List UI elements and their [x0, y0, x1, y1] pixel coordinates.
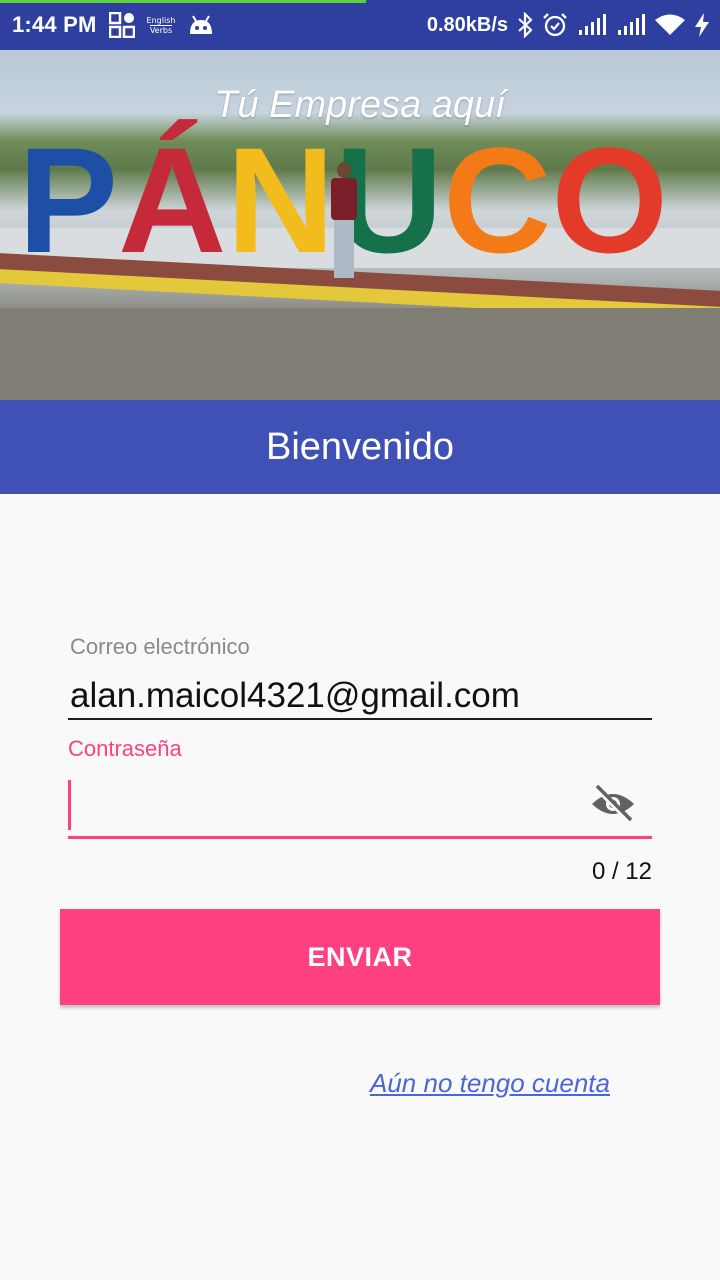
english-verbs-badge-icon: English Verbs — [147, 16, 176, 35]
status-time: 1:44 PM — [12, 12, 97, 37]
hero-person — [328, 162, 360, 280]
bluetooth-icon — [517, 12, 533, 38]
badge-line-1: English — [146, 15, 176, 25]
qr-grid-icon — [108, 12, 135, 38]
no-account-link[interactable]: Aún no tengo cuenta — [370, 1068, 610, 1099]
hero-banner-image: P Á N U C O Tú Empresa aquí — [0, 50, 720, 400]
hero-letter: N — [226, 116, 334, 284]
send-button[interactable]: ENVIAR — [60, 909, 660, 1005]
network-speed: 0.80kB/s — [426, 13, 508, 36]
hero-letter: C — [443, 116, 551, 284]
password-char-counter: 0 / 12 — [591, 858, 652, 885]
hero-ground — [0, 308, 720, 400]
email-value: alan.maicol4321@gmail.com — [70, 676, 520, 715]
signal-icon — [577, 14, 607, 36]
password-label: Contraseña — [68, 736, 182, 761]
badge-line-2: Verbs — [149, 24, 173, 35]
android-robot-icon — [187, 14, 215, 36]
charging-icon — [694, 13, 710, 37]
welcome-header: Bienvenido — [0, 400, 720, 494]
email-label: Correo electrónico — [70, 634, 250, 659]
page-title: Bienvenido — [265, 425, 455, 468]
password-field[interactable] — [68, 776, 652, 839]
status-bar: 1:44 PM English Verbs 0.80kB/s — [0, 0, 720, 50]
hero-letter: P — [18, 116, 118, 284]
wifi-icon — [655, 14, 685, 36]
text-cursor — [68, 780, 71, 830]
visibility-off-icon[interactable] — [590, 784, 636, 824]
email-field[interactable]: alan.maicol4321@gmail.com — [68, 672, 652, 720]
login-screen: 1:44 PM English Verbs 0.80kB/s P Á N U C… — [0, 0, 720, 1280]
hero-letter: O — [551, 116, 668, 284]
alarm-icon — [542, 12, 568, 38]
signal-icon — [616, 14, 646, 36]
hero-tagline: Tú Empresa aquí — [214, 84, 506, 126]
hero-letter: Á — [118, 116, 226, 284]
